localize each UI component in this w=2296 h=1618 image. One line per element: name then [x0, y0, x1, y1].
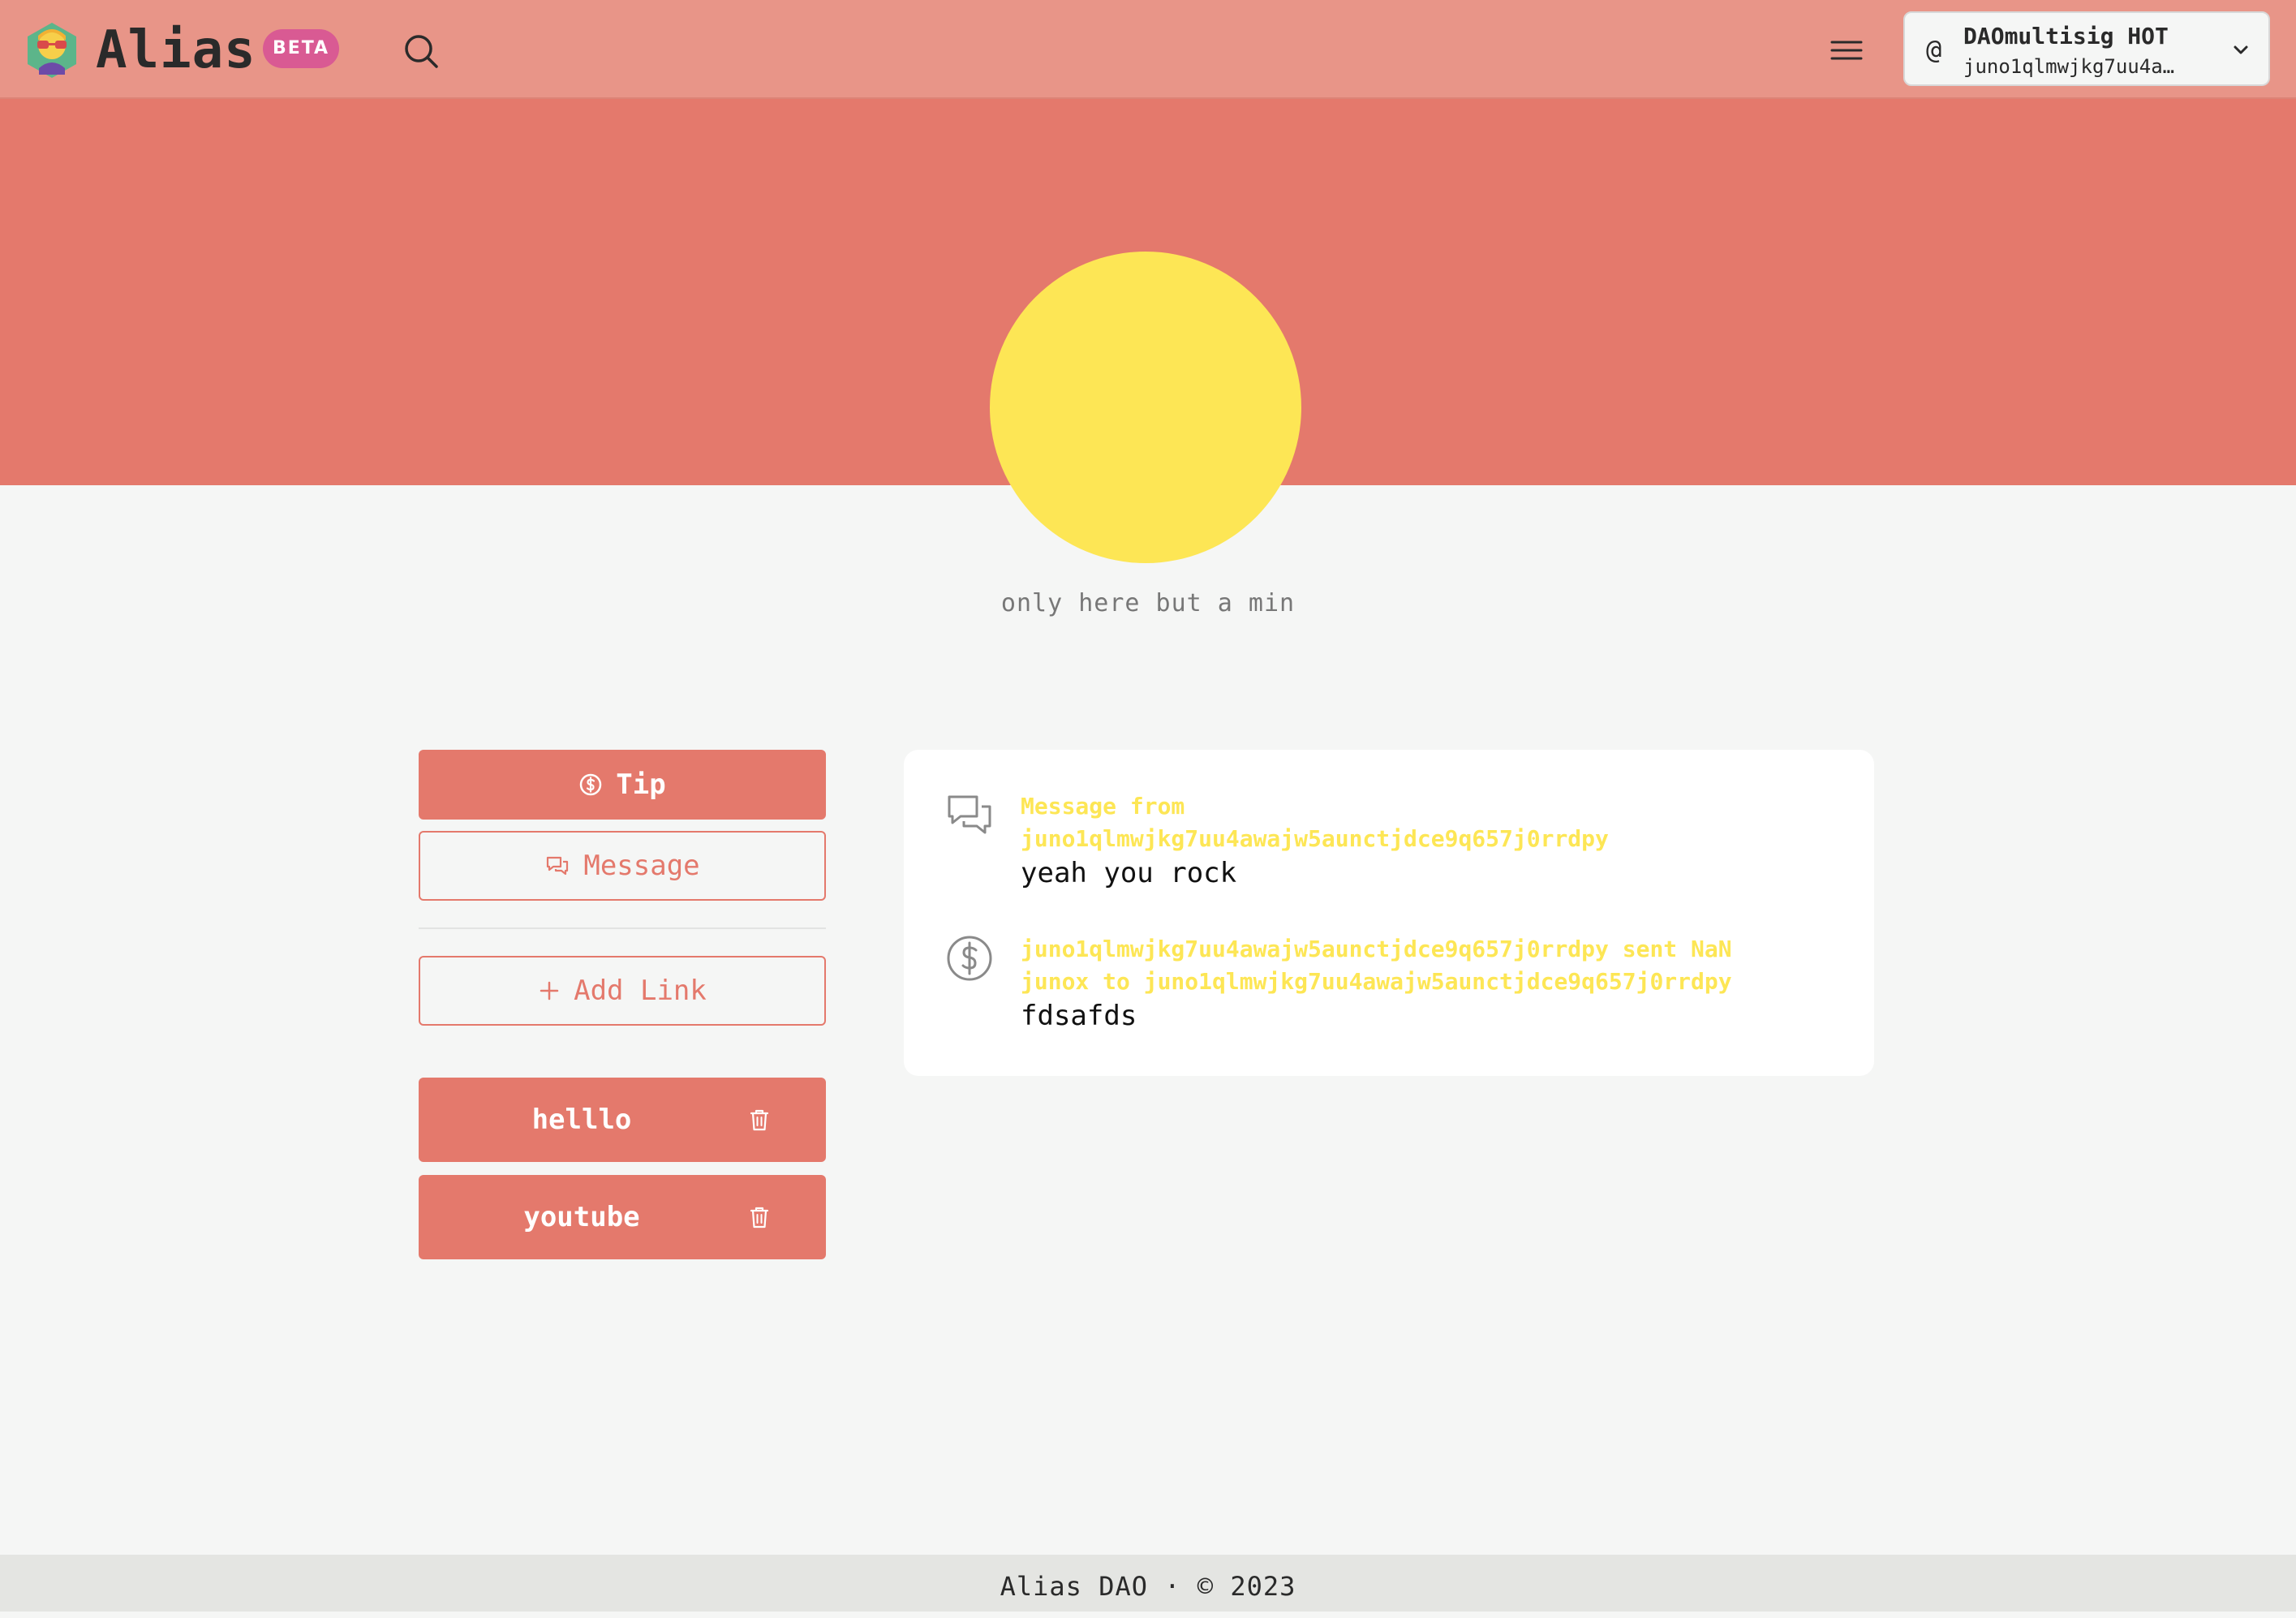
hamburger-menu-icon[interactable] — [1824, 28, 1869, 73]
activity-title: juno1qlmwjkg7uu4awajw5aunctjdce9q657j0rr… — [1021, 936, 1732, 962]
chevron-down-icon — [2229, 39, 2252, 62]
search-icon[interactable] — [399, 29, 445, 75]
chat-bubbles-icon — [544, 853, 570, 879]
account-switcher[interactable]: @ DAOmultisig HOT juno1qlmwjkg7uu4a… — [1903, 11, 2270, 86]
activity-body: fdsafds — [1021, 1000, 1137, 1032]
activity-body: yeah you rock — [1021, 857, 1237, 889]
brand-name[interactable]: Alias — [96, 18, 256, 83]
plus-icon — [538, 979, 561, 1002]
account-address: juno1qlmwjkg7uu4a… — [1963, 55, 2175, 78]
dollar-circle-icon — [944, 933, 995, 983]
account-name: DAOmultisig HOT — [1963, 23, 2169, 49]
chat-bubbles-icon — [944, 790, 995, 841]
trash-icon[interactable] — [746, 1107, 772, 1133]
profile-link-label: helllo — [531, 1104, 632, 1136]
trash-icon[interactable] — [746, 1204, 772, 1230]
beta-badge: BETA — [263, 29, 339, 68]
top-navbar: Alias BETA @ DAOmultisig HOT juno1qlmwjk… — [0, 0, 2296, 99]
tip-button[interactable]: Tip — [419, 750, 826, 820]
activity-sender: juno1qlmwjkg7uu4awajw5aunctjdce9q657j0rr… — [1021, 825, 1609, 852]
alias-logo-icon[interactable] — [23, 21, 81, 80]
at-sign-icon: @ — [1926, 34, 1942, 65]
section-divider — [419, 927, 826, 929]
activity-title: Message from — [1021, 793, 1185, 820]
profile-link-label: youtube — [523, 1201, 640, 1233]
profile-avatar — [990, 252, 1301, 563]
dollar-circle-icon — [578, 772, 603, 797]
profile-link-button[interactable]: youtube — [419, 1175, 826, 1259]
message-label: Message — [583, 850, 700, 882]
message-button[interactable]: Message — [419, 831, 826, 901]
tip-label: Tip — [616, 768, 666, 801]
activity-feed: Message from juno1qlmwjkg7uu4awajw5aunct… — [904, 750, 1874, 1076]
activity-title: junox to juno1qlmwjkg7uu4awajw5aunctjdce… — [1021, 968, 1732, 995]
add-link-label: Add Link — [574, 975, 707, 1007]
profile-bio: only here but a min — [1000, 589, 1296, 618]
page-footer: Alias DAO · © 2023 — [0, 1555, 2296, 1612]
add-link-button[interactable]: Add Link — [419, 956, 826, 1026]
profile-link-button[interactable]: helllo — [419, 1078, 826, 1162]
